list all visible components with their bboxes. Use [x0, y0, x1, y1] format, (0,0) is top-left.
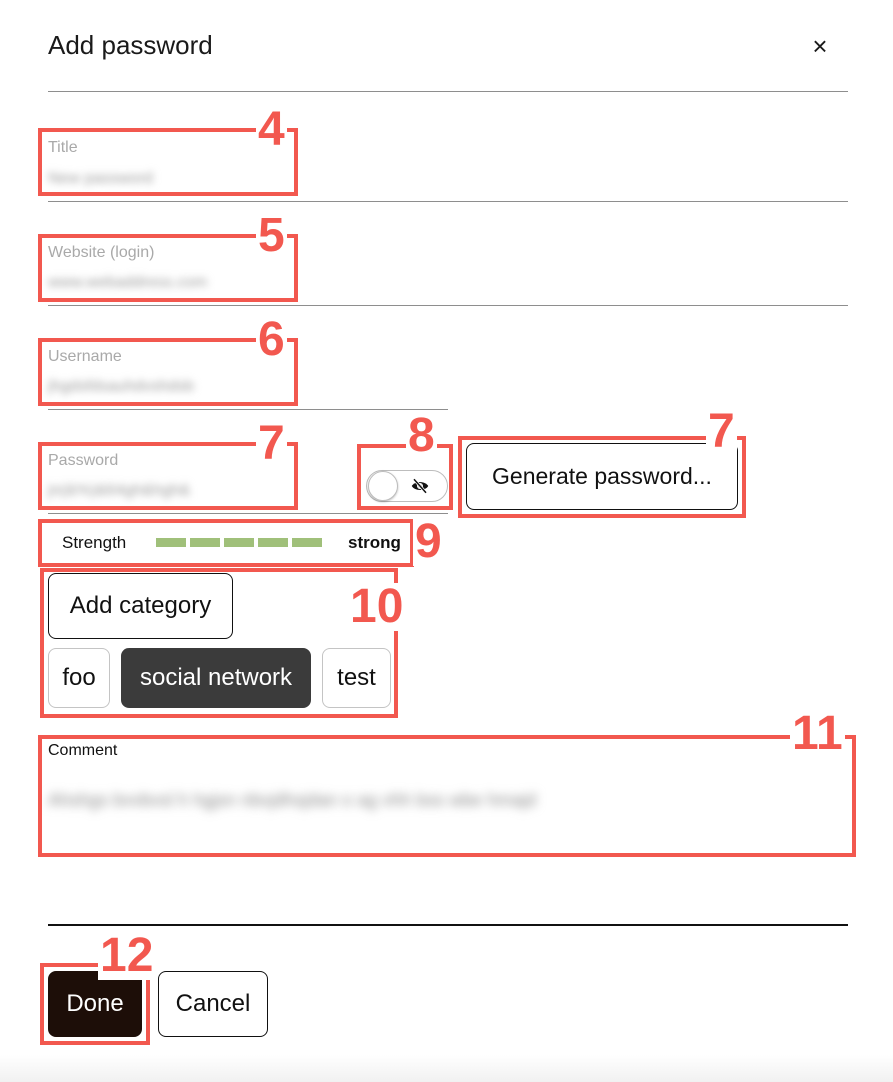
website-divider: [48, 305, 848, 306]
annotation-number: 8: [406, 409, 437, 462]
username-label: Username: [48, 348, 122, 365]
password-label: Password: [48, 452, 119, 469]
category-chip-test[interactable]: test: [322, 648, 391, 708]
cancel-button[interactable]: Cancel: [158, 971, 268, 1037]
comment-input[interactable]: Ahshgs bvvbvsl h hgjsn nbvjdhsjdan o ag …: [48, 790, 536, 811]
password-divider: [48, 513, 448, 514]
category-chip-foo[interactable]: foo: [48, 648, 110, 708]
annotation-number: 9: [413, 515, 444, 568]
eye-off-icon: [411, 478, 429, 494]
password-input[interactable]: jn(&%)&64gh&hgh&: [48, 482, 190, 500]
header-divider: [48, 91, 848, 92]
strength-segment: [156, 538, 186, 547]
strength-segment: [224, 538, 254, 547]
strength-value: strong: [348, 533, 401, 552]
title-divider: [48, 201, 848, 202]
toggle-knob: [368, 471, 398, 501]
strength-segment: [190, 538, 220, 547]
username-input[interactable]: jhgdsfdsauhdvshdsb: [48, 378, 194, 396]
done-button[interactable]: Done: [48, 971, 142, 1037]
add-category-button[interactable]: Add category: [48, 573, 233, 639]
title-input[interactable]: New password: [48, 170, 153, 188]
category-chip-social-network[interactable]: social network: [121, 648, 311, 708]
annotation-number: 5: [256, 209, 287, 262]
annotation-number: 10: [348, 580, 406, 633]
annotation-number: 4: [256, 103, 287, 156]
website-input[interactable]: www.webaddress.com: [48, 274, 207, 292]
comment-label: Comment: [48, 742, 118, 759]
title-label: Title: [48, 139, 78, 156]
strength-segment: [292, 538, 322, 547]
annotation-number: 11: [790, 707, 845, 760]
generate-password-button[interactable]: Generate password...: [466, 443, 738, 510]
annotation-number: 7: [256, 417, 287, 470]
website-label: Website (login): [48, 244, 155, 261]
dialog-title: Add password: [48, 30, 213, 60]
password-visibility-toggle[interactable]: [366, 470, 448, 502]
annotation-number: 6: [256, 313, 287, 366]
strength-segment: [258, 538, 288, 547]
strength-label: Strength: [62, 533, 127, 552]
close-icon[interactable]: ×: [806, 32, 834, 60]
footer-divider: [48, 924, 848, 926]
username-divider: [48, 409, 448, 410]
bottom-fade: [0, 1055, 893, 1082]
